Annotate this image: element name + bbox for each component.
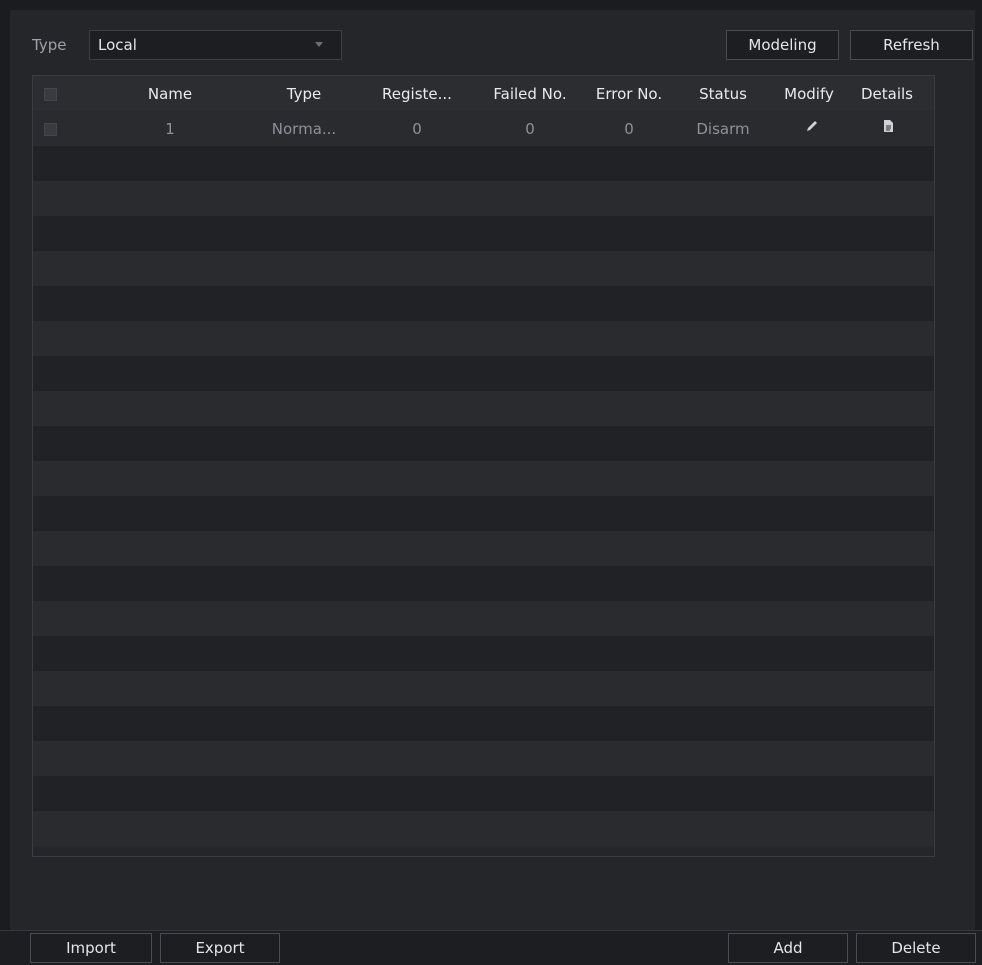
empty-table-row — [33, 601, 934, 636]
empty-table-row — [33, 566, 934, 601]
empty-table-row — [33, 671, 934, 706]
bottom-toolbar: Import Export Add Delete — [0, 930, 982, 965]
empty-table-row — [33, 636, 934, 671]
pencil-icon[interactable] — [805, 119, 819, 133]
document-icon[interactable] — [881, 119, 895, 133]
cell-name: 1 — [165, 120, 175, 138]
export-button[interactable]: Export — [160, 933, 280, 963]
type-label: Type — [32, 36, 67, 54]
column-header-type[interactable]: Type — [269, 85, 339, 103]
empty-table-row — [33, 146, 934, 181]
empty-table-row — [33, 181, 934, 216]
empty-table-row — [33, 811, 934, 846]
main-panel: Type Local Modeling Refresh Name Type Re… — [10, 10, 975, 956]
column-header-details: Details — [860, 85, 913, 103]
import-button[interactable]: Import — [30, 933, 152, 963]
chevron-down-icon — [315, 42, 323, 47]
empty-table-row — [33, 321, 934, 356]
refresh-button[interactable]: Refresh — [850, 30, 973, 60]
empty-table-row — [33, 706, 934, 741]
select-all-checkbox[interactable] — [44, 88, 57, 101]
table-row[interactable]: 1 Norma... 0 0 0 Disarm — [33, 111, 934, 146]
registration-table: Name Type Registe... Failed No. Error No… — [32, 75, 935, 857]
column-header-error[interactable]: Error No. — [585, 85, 673, 103]
add-button[interactable]: Add — [728, 933, 848, 963]
cell-error: 0 — [624, 120, 634, 138]
empty-table-row — [33, 426, 934, 461]
empty-table-row — [33, 776, 934, 811]
empty-table-row — [33, 496, 934, 531]
type-dropdown-value: Local — [98, 36, 137, 54]
row-checkbox[interactable] — [44, 123, 57, 136]
table-header: Name Type Registe... Failed No. Error No… — [33, 76, 934, 111]
cell-registered: 0 — [412, 120, 422, 138]
empty-table-row — [33, 356, 934, 391]
cell-type: Norma... — [271, 120, 337, 138]
column-header-modify: Modify — [784, 85, 834, 103]
empty-table-row — [33, 251, 934, 286]
empty-table-row — [33, 286, 934, 321]
type-dropdown[interactable]: Local — [89, 30, 342, 60]
empty-table-row — [33, 216, 934, 251]
modeling-button[interactable]: Modeling — [726, 30, 839, 60]
empty-table-row — [33, 461, 934, 496]
delete-button[interactable]: Delete — [856, 933, 976, 963]
cell-failed: 0 — [525, 120, 535, 138]
cell-status: Disarm — [696, 120, 750, 138]
empty-table-row — [33, 391, 934, 426]
column-header-status[interactable]: Status — [685, 85, 761, 103]
empty-table-row — [33, 741, 934, 776]
column-header-name[interactable]: Name — [130, 85, 210, 103]
column-header-registered[interactable]: Registe... — [373, 85, 461, 103]
empty-table-row — [33, 531, 934, 566]
column-header-failed[interactable]: Failed No. — [479, 85, 581, 103]
